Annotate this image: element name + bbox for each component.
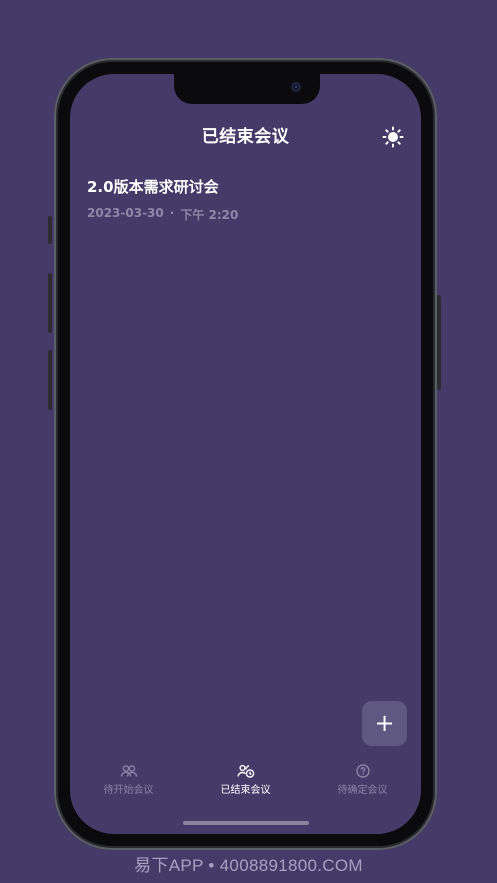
- front-camera: [291, 82, 301, 92]
- people-icon: [120, 765, 137, 777]
- volume-up-button: [48, 273, 52, 333]
- home-indicator: [183, 821, 309, 825]
- app-screen: 已结束会议 2.0版本需求研讨会 2023-03-30 · 下午 2:20 +: [70, 74, 421, 834]
- notch: [174, 74, 320, 104]
- meta-separator: ·: [169, 206, 175, 220]
- page-title: 已结束会议: [201, 127, 290, 147]
- watermark-text: 易下APP • 4008891800.COM: [134, 856, 363, 875]
- people-clock-icon: [237, 764, 254, 778]
- tab-pending-meetings[interactable]: 待确定会议: [304, 764, 421, 796]
- volume-down-button: [48, 350, 52, 410]
- meeting-list-item[interactable]: 2.0版本需求研讨会 2023-03-30 · 下午 2:20: [87, 176, 397, 223]
- meeting-meta: 2023-03-30 · 下午 2:20: [87, 206, 397, 223]
- tab-ended-meetings[interactable]: 已结束会议: [187, 764, 304, 796]
- tab-label: 已结束会议: [220, 785, 271, 796]
- add-meeting-button[interactable]: +: [362, 701, 407, 746]
- sun-icon[interactable]: [382, 126, 404, 148]
- question-circle-icon: [355, 764, 370, 778]
- meeting-date: 2023-03-30: [87, 206, 164, 220]
- tab-label: 待确定会议: [337, 785, 388, 796]
- power-button: [437, 295, 441, 390]
- tab-upcoming-meetings[interactable]: 待开始会议: [70, 764, 187, 796]
- tab-label: 待开始会议: [103, 785, 154, 796]
- meeting-time: 下午 2:20: [180, 208, 239, 222]
- tab-bar: 待开始会议 已结束会议 待确定会议: [70, 764, 421, 804]
- meeting-title: 2.0版本需求研讨会: [87, 178, 219, 196]
- mute-switch: [48, 216, 52, 244]
